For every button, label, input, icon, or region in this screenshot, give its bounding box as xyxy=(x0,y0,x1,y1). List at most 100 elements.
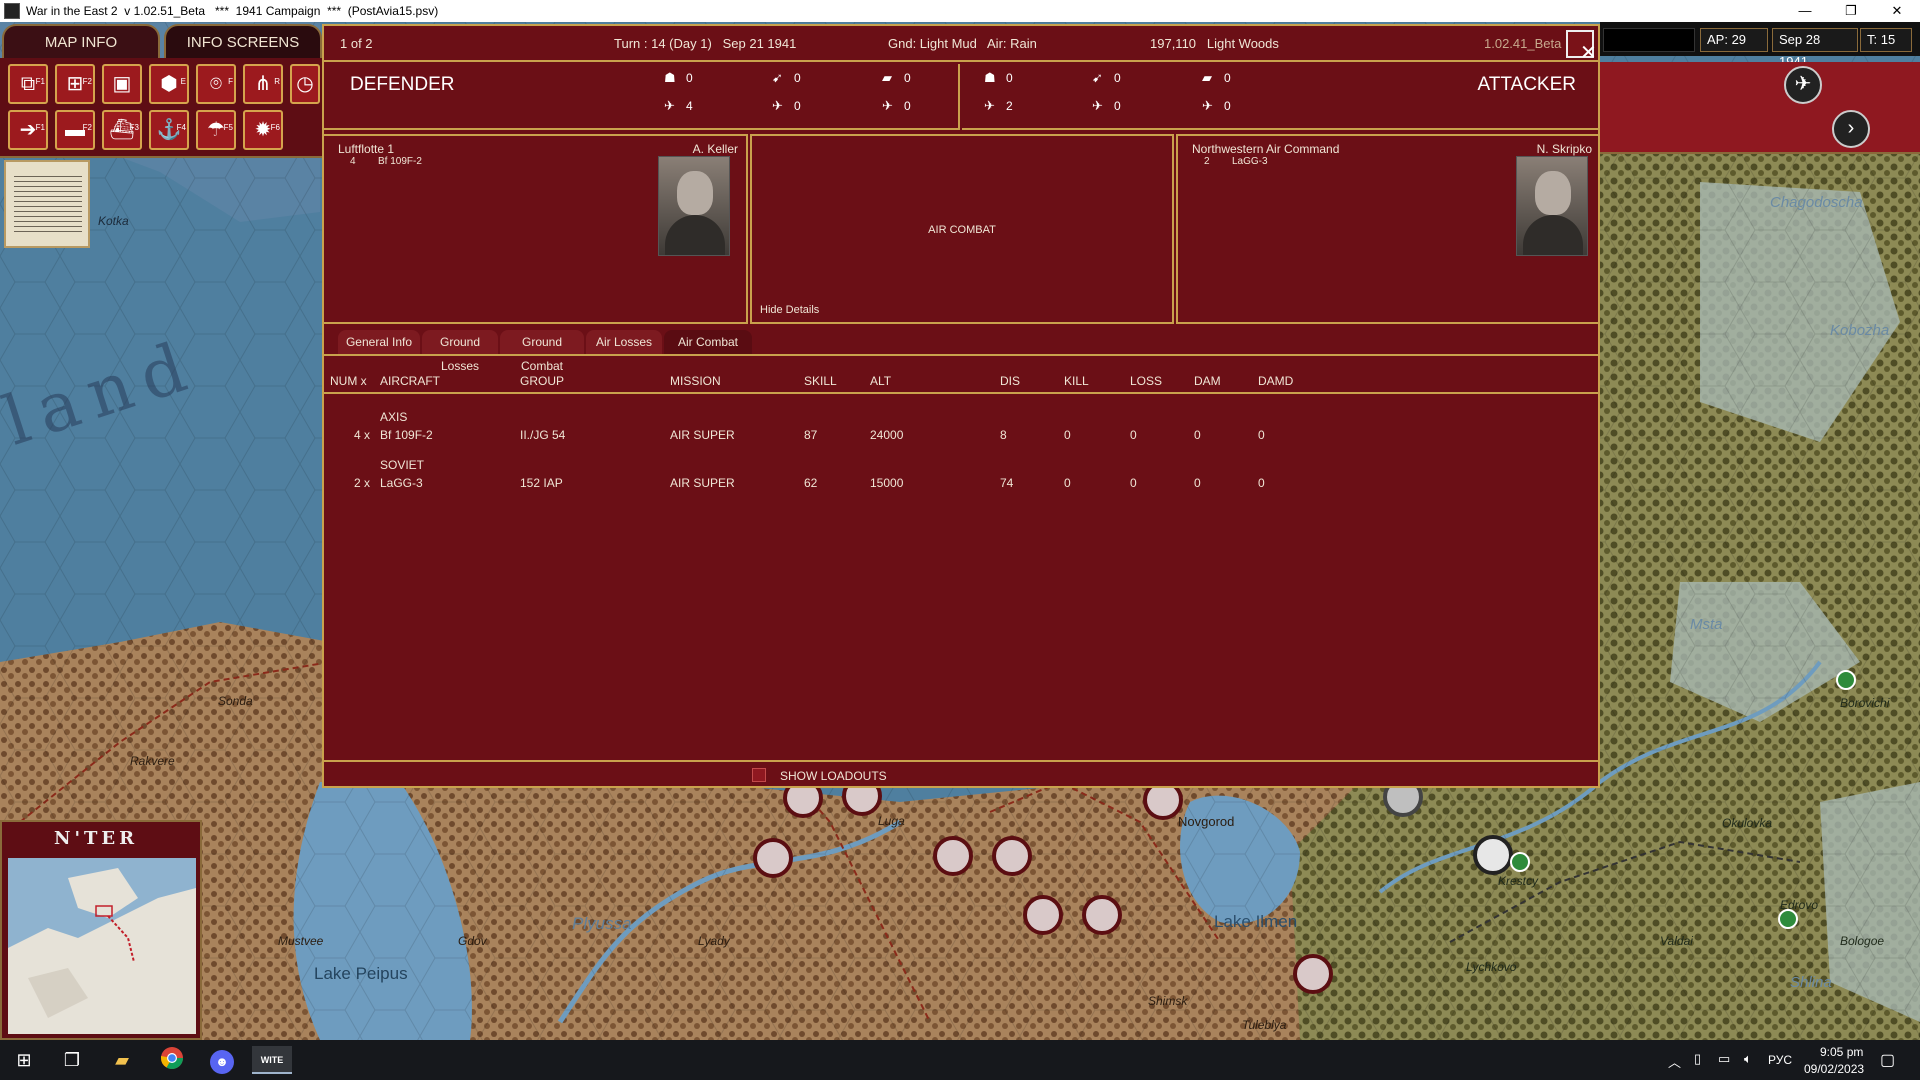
group-cell: 152 IAP xyxy=(520,476,563,490)
toolbar-button-5[interactable]: ⌾ F xyxy=(196,64,236,104)
toolbar-button-6[interactable]: ⋔ R xyxy=(243,64,283,104)
folder-icon: ▰ xyxy=(115,1050,129,1070)
side-label: SOVIET xyxy=(380,458,425,472)
file-explorer-button[interactable]: ▰ xyxy=(108,1046,136,1074)
bomber-icon: ✈ xyxy=(1092,98,1103,113)
artillery-icon: ➹ xyxy=(772,70,783,85)
combat-report-dialog: 1 of 2 Turn : 14 (Day 1) Sep 21 1941 Gnd… xyxy=(322,24,1600,788)
map-label-gdov: Gdov xyxy=(458,934,487,948)
clock-date[interactable]: 09/02/2023 xyxy=(1804,1062,1864,1076)
windows-taskbar: ⊞ ❐ ▰ ☻ WITE ︿ ▯ ▭ 🔈︎ РУС 9:05 pm 09/02/… xyxy=(0,1040,1920,1080)
map-label-krestcy: Krestcy xyxy=(1498,874,1539,888)
newspaper-thumbnail[interactable] xyxy=(4,160,90,248)
map-label-kotka: Kotka xyxy=(98,214,129,228)
defender-commander-portrait[interactable] xyxy=(658,156,730,256)
map-label-chagodoscha: Chagodoscha xyxy=(1770,194,1863,211)
attacker-commander-portrait[interactable] xyxy=(1516,156,1588,256)
tab-air-combat[interactable]: Air Combat xyxy=(664,330,752,354)
chrome-button[interactable] xyxy=(158,1046,186,1074)
tab-general-info[interactable]: General Info xyxy=(338,330,420,354)
dis-cell: 8 xyxy=(1000,428,1007,442)
map-label-msta: Msta xyxy=(1690,616,1723,633)
map-label-lychkovo: Lychkovo xyxy=(1466,960,1517,974)
toolbar-button-13[interactable]: ✹ F6 xyxy=(243,110,283,150)
map-label-lyady: Lyady xyxy=(698,934,730,948)
toolbar-button-4[interactable]: ⬢ E xyxy=(149,64,189,104)
group-cell: II./JG 54 xyxy=(520,428,566,442)
start-button[interactable]: ⊞ xyxy=(10,1046,38,1074)
transport-icon: ✈ xyxy=(882,98,893,113)
chevron-right-icon: › xyxy=(1847,117,1855,139)
task-view-button[interactable]: ❐ xyxy=(58,1046,86,1074)
toolbar-button-9[interactable]: ▬ F2 xyxy=(55,110,95,150)
table-row[interactable]: SOVIET 2 x LaGG-3 152 IAP AIR SUPER 62 1… xyxy=(324,452,1598,498)
close-dialog-button[interactable]: ✕ xyxy=(1566,30,1597,64)
tab-info-screens[interactable]: INFO SCREENS xyxy=(164,24,322,58)
window-title-bar: War in the East 2 v 1.02.51_Beta *** 194… xyxy=(0,0,1920,22)
map-label-valdai: Valdai xyxy=(1660,934,1693,948)
folder-icon: ▣ xyxy=(112,73,132,95)
toolbar-button-3[interactable]: ▣ xyxy=(102,64,142,104)
tray-chevron-icon[interactable]: ︿ xyxy=(1668,1052,1681,1071)
col-num: NUM x xyxy=(330,374,367,388)
portrait-face xyxy=(1535,171,1571,215)
toolbar-button-2[interactable]: ⊞ F2 xyxy=(55,64,95,104)
wite-taskbar-button[interactable]: WITE xyxy=(252,1046,292,1074)
tab-ground-losses[interactable]: Ground Losses xyxy=(422,330,498,373)
volume-icon[interactable]: 🔈︎ xyxy=(1744,1051,1752,1067)
defender-transport-count: ✈ 0 xyxy=(882,98,911,113)
language-indicator[interactable]: РУС xyxy=(1768,1053,1792,1067)
network-icon[interactable]: ▭ xyxy=(1718,1051,1730,1067)
map-label-borovichi: Borovichi xyxy=(1840,696,1890,710)
page-indicator: 1 of 2 xyxy=(340,36,373,51)
aircraft-cell: Bf 109F-2 xyxy=(380,428,433,442)
fighter-icon: ✈ xyxy=(984,98,995,113)
tab-map-info[interactable]: MAP INFO xyxy=(2,24,160,58)
minimize-button[interactable]: — xyxy=(1782,0,1828,22)
rail-icon: ⋔ xyxy=(254,73,272,95)
tray-device-icon[interactable]: ▯ xyxy=(1694,1051,1701,1067)
attacker-unit-count: 2 xyxy=(1204,156,1210,167)
target-icon: ⌾ xyxy=(210,73,222,95)
notification-icon[interactable]: ▢ xyxy=(1880,1050,1895,1070)
map-label-kobozha: Kobozha xyxy=(1830,322,1890,339)
discord-button[interactable]: ☻ xyxy=(208,1046,236,1074)
discord-icon: ☻ xyxy=(210,1050,234,1074)
col-dis: DIS xyxy=(1000,374,1021,388)
tab-ground-combat[interactable]: Ground Combat xyxy=(500,330,584,373)
turn-counter: T: 15 xyxy=(1860,28,1912,52)
map-label-sonda: Sonda xyxy=(218,694,253,708)
minimap-panel: N'TER xyxy=(0,820,202,1040)
newspaper-text-lines xyxy=(14,172,82,236)
unit-swap-icon: ⧉ xyxy=(20,73,36,95)
toolbar-button-7[interactable]: ◷ xyxy=(290,64,320,104)
toolbar-button-8[interactable]: ➔ F1 xyxy=(8,110,48,150)
attacker-fighter-count: ✈ 2 xyxy=(984,98,1013,113)
toolbar-button-1[interactable]: ⧉ F1 xyxy=(8,64,48,104)
hex-icon: ⬢ xyxy=(160,73,178,95)
table-row[interactable]: AXIS 4 x Bf 109F-2 II./JG 54 AIR SUPER 8… xyxy=(324,404,1598,450)
current-date: Sep 28 1941 xyxy=(1772,28,1858,69)
tab-air-losses[interactable]: Air Losses xyxy=(586,330,662,354)
map-label-mustvee: Mustvee xyxy=(278,934,324,948)
toolbar-button-11[interactable]: ⚓ F4 xyxy=(149,110,189,150)
hide-details-link[interactable]: Hide Details xyxy=(760,304,819,316)
air-command-button[interactable]: ✈ xyxy=(1784,66,1822,104)
close-window-button[interactable]: ✕ xyxy=(1874,0,1920,22)
attacker-fighter-stat: ➹ 0 xyxy=(1092,70,1121,85)
clock-time[interactable]: 9:05 pm xyxy=(1820,1045,1863,1059)
aircraft-cell: LaGG-3 xyxy=(380,476,423,490)
toolbar-button-10[interactable]: ⛴ F3 xyxy=(102,110,142,150)
portrait-body xyxy=(1523,215,1583,255)
maximize-button[interactable]: ❐ xyxy=(1828,0,1874,22)
attacker-transport-count: ✈ 0 xyxy=(1202,98,1231,113)
end-turn-button[interactable]: › xyxy=(1832,110,1870,148)
task-view-icon: ❐ xyxy=(63,1050,81,1070)
col-alt: ALT xyxy=(870,374,892,388)
toolbar-button-12[interactable]: ☂ F5 xyxy=(196,110,236,150)
minimap-view[interactable] xyxy=(8,858,196,1034)
show-loadouts-checkbox[interactable] xyxy=(752,768,766,782)
paradrop-icon: ☂ xyxy=(207,119,225,141)
map-label-luga: Luga xyxy=(878,814,905,828)
alt-cell: 24000 xyxy=(870,428,904,442)
